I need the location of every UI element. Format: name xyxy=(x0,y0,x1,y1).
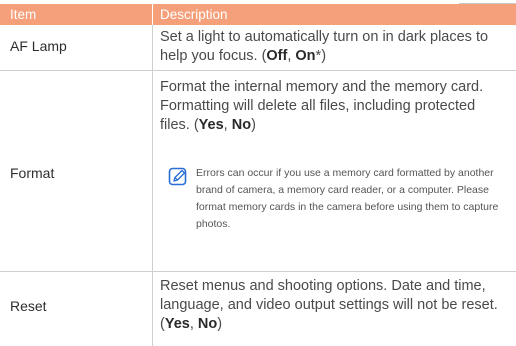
item-description: Reset menus and shooting options. Date a… xyxy=(160,277,500,334)
column-divider xyxy=(152,272,153,346)
table-row-reset: Reset Reset menus and shooting options. … xyxy=(0,272,516,346)
closing-paren: ) xyxy=(217,316,223,332)
table-row-af-lamp: AF Lamp Set a light to automatically tur… xyxy=(0,25,516,71)
header-divider xyxy=(152,4,153,25)
column-divider xyxy=(152,71,153,271)
option-no: No xyxy=(197,316,218,332)
item-label: Format xyxy=(10,165,55,181)
option-separator: , xyxy=(189,316,198,332)
item-label: Reset xyxy=(10,298,47,314)
item-label: AF Lamp xyxy=(10,38,67,54)
item-description: Format the internal memory and the memor… xyxy=(160,78,495,135)
option-on: On xyxy=(295,48,316,64)
closing-paren: ) xyxy=(251,117,256,133)
header-item: Item xyxy=(10,7,37,22)
table-row-format: Format Format the internal memory and th… xyxy=(0,71,516,272)
default-marker: *) xyxy=(315,48,327,64)
table-header: Item Description xyxy=(0,4,516,25)
note-pencil-icon xyxy=(168,167,188,187)
option-yes: Yes xyxy=(164,316,190,332)
column-divider xyxy=(152,25,153,70)
note-text: Errors can occur if you use a memory car… xyxy=(196,167,499,230)
option-separator: , xyxy=(223,117,232,133)
header-description: Description xyxy=(160,7,228,22)
option-off: Off xyxy=(266,48,288,64)
option-yes: Yes xyxy=(198,117,224,133)
option-no: No xyxy=(231,117,252,133)
note-box: Errors can occur if you use a memory car… xyxy=(168,165,508,265)
item-description: Set a light to automatically turn on in … xyxy=(160,28,510,66)
